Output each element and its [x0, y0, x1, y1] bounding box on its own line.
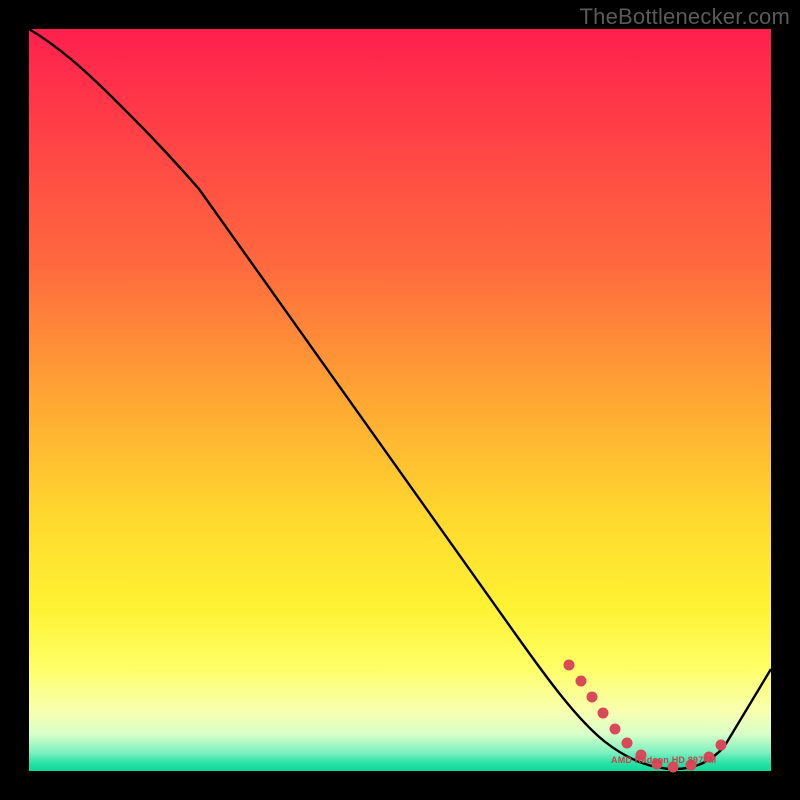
plot-area: AMD Radeon HD 8970M [29, 29, 771, 771]
bottleneck-curve [29, 29, 771, 769]
bottleneck-curve-svg [29, 29, 771, 771]
chart-frame: TheBottlenecker.com AMD Radeon HD 89 [0, 0, 800, 800]
marker-label: AMD Radeon HD 8970M [611, 755, 716, 765]
watermark-text: TheBottlenecker.com [580, 4, 790, 30]
